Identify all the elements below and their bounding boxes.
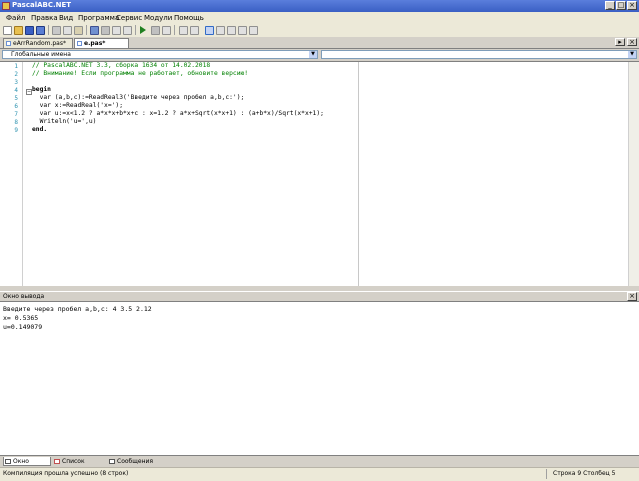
output-line: Введите через пробел a,b,c: 4 3.5 2.12 — [3, 305, 152, 313]
line-number: 2 — [14, 71, 18, 78]
tab-compiler-messages[interactable]: Сообщения компилятора — [108, 457, 188, 474]
debug-icon[interactable] — [162, 26, 171, 35]
code-line: var (a,b,c):=ReadReal3('Введите через пр… — [32, 94, 245, 101]
file-icon — [6, 41, 11, 46]
tab-output-window[interactable]: Окно вывода — [3, 457, 51, 474]
line-number: 7 — [14, 111, 18, 118]
menu-file[interactable]: Файл — [6, 14, 25, 22]
code-line: // Внимание! Если программа не работает,… — [32, 70, 249, 77]
tab-e-pas[interactable]: e.pas* — [74, 38, 129, 48]
menu-modules[interactable]: Модули — [144, 14, 172, 22]
save-icon[interactable] — [25, 26, 34, 35]
chevron-down-icon: ▼ — [309, 51, 317, 58]
tab-label: e.pas* — [84, 40, 106, 47]
output-window-title: Окно вывода — [3, 293, 45, 300]
step-over-icon[interactable] — [190, 26, 199, 35]
editor-vertical-scrollbar[interactable] — [628, 62, 639, 286]
paste-icon[interactable] — [74, 26, 83, 35]
file-icon — [77, 41, 82, 46]
stop-icon[interactable] — [151, 26, 160, 35]
run-icon[interactable] — [140, 26, 146, 34]
cursor-position: Строка 9 Столбец 5 — [553, 470, 616, 477]
bottom-tab-bar: Окно вывода Список ошибок Сообщения комп… — [0, 455, 639, 474]
right-margin-line — [358, 62, 359, 286]
window-title: PascalABC.NET — [12, 1, 72, 9]
output-window[interactable]: Введите через пробел a,b,c: 4 3.5 2.12 x… — [0, 301, 639, 455]
cut-icon[interactable] — [52, 26, 61, 35]
output-window-icon — [5, 459, 11, 464]
code-line: var x:=ReadReal('x='); — [32, 102, 123, 109]
find-icon[interactable] — [112, 26, 121, 35]
format-code-icon[interactable] — [216, 26, 225, 35]
code-line: Writeln('u=',u) — [32, 118, 97, 125]
line-number: 4 — [14, 87, 18, 94]
status-message: Компиляция прошла успешно (8 строк) — [3, 470, 129, 477]
compiler-messages-icon — [109, 459, 115, 464]
code-line: end. — [32, 126, 48, 133]
title-bar: PascalABC.NET _ □ × — [0, 0, 639, 12]
close-output-icon[interactable]: × — [627, 292, 637, 301]
line-number-gutter: 1 2 3 4 5 6 7 8 9 — [0, 62, 23, 286]
toolbar — [0, 24, 639, 38]
output-line: u=0.149079 — [3, 323, 43, 331]
error-list-icon — [54, 459, 60, 464]
status-bar: Компиляция прошла успешно (8 строк) Стро… — [0, 467, 639, 481]
code-line: // PascalABC.NET 3.3, сборка 1634 от 14.… — [32, 62, 211, 69]
line-number: 8 — [14, 119, 18, 126]
app-icon — [2, 2, 10, 10]
window-layout-icon[interactable] — [205, 26, 214, 35]
menu-service[interactable]: Сервис — [116, 14, 142, 22]
undo-icon[interactable] — [90, 26, 99, 35]
menu-edit[interactable]: Правка — [31, 14, 58, 22]
maximize-button[interactable]: □ — [616, 1, 626, 10]
code-line: var u:=x<1.2 ? a*x*x+b*x+c : x=1.2 ? a*x… — [32, 110, 324, 117]
minimize-button[interactable]: _ — [605, 1, 615, 10]
member-select[interactable]: ▼ — [321, 50, 637, 59]
close-tab-icon[interactable]: × — [627, 38, 637, 46]
tab-label: eArrRandom.pas* — [13, 40, 66, 47]
tab-earrrandom[interactable]: eArrRandom.pas* — [3, 38, 73, 48]
replace-icon[interactable] — [123, 26, 132, 35]
line-number: 9 — [14, 127, 18, 134]
menu-program[interactable]: Программа — [78, 14, 119, 22]
line-number: 5 — [14, 95, 18, 102]
settings-icon[interactable] — [238, 26, 247, 35]
code-editor[interactable]: 1 2 3 4 5 6 7 8 9 − // PascalABC.NET 3.3… — [0, 61, 639, 286]
output-window-icon[interactable] — [227, 26, 236, 35]
file-tab-bar: eArrRandom.pas* e.pas* ▸ × — [0, 37, 639, 49]
help-icon[interactable] — [249, 26, 258, 35]
output-line: x= 0.5365 — [3, 314, 39, 322]
redo-icon[interactable] — [101, 26, 110, 35]
navigation-bar: Глобальные имена ▼ ▼ — [0, 49, 639, 60]
chevron-down-icon: ▼ — [628, 51, 636, 58]
menu-help[interactable]: Помощь — [174, 14, 204, 22]
scope-select[interactable]: Глобальные имена ▼ — [2, 50, 318, 59]
copy-icon[interactable] — [63, 26, 72, 35]
line-number: 6 — [14, 103, 18, 110]
line-number: 3 — [14, 79, 18, 86]
close-button[interactable]: × — [627, 1, 637, 10]
step-into-icon[interactable] — [179, 26, 188, 35]
menu-view[interactable]: Вид — [59, 14, 73, 22]
code-line: begin — [32, 86, 51, 93]
open-folder-icon[interactable] — [14, 26, 23, 35]
tab-scroll-icon[interactable]: ▸ — [615, 38, 625, 46]
tab-error-list[interactable]: Список ошибок — [53, 457, 106, 474]
save-all-icon[interactable] — [36, 26, 45, 35]
scope-select-value: Глобальные имена — [11, 51, 71, 58]
line-number: 1 — [14, 63, 18, 70]
new-file-icon[interactable] — [3, 26, 12, 35]
